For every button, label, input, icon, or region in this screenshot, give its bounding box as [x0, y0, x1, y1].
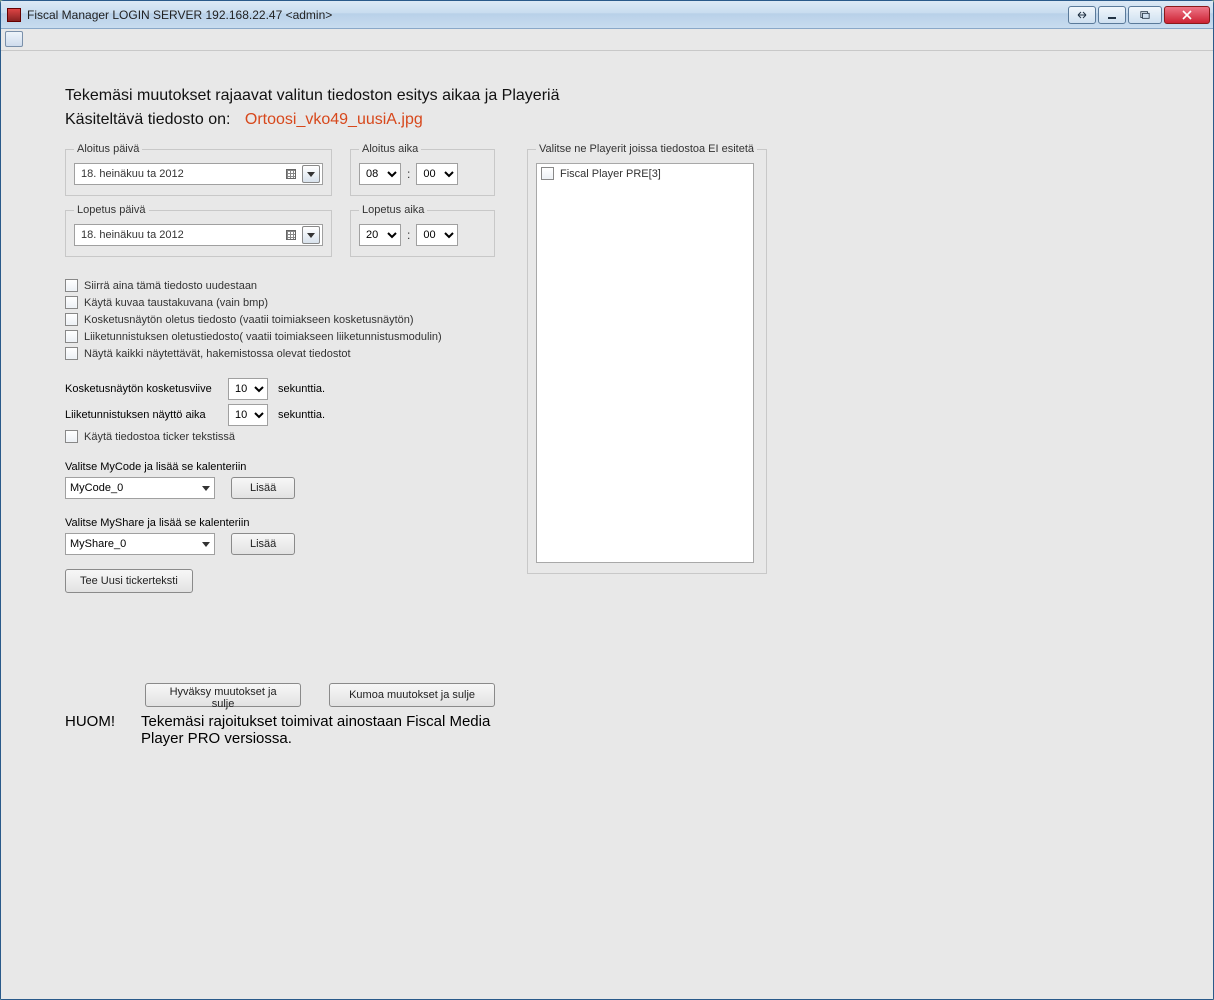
check-label: Näytä kaikki näytettävät, hakemistossa o… — [84, 348, 351, 360]
touch-delay-row: Kosketusnäytön kosketusviive 10 sekuntti… — [65, 378, 495, 400]
check-label: Kosketusnäytön oletus tiedosto (vaatii t… — [84, 314, 414, 326]
mycode-add-button[interactable]: Lisää — [231, 477, 295, 499]
touch-delay-unit: sekunttia. — [278, 383, 325, 395]
checkbox-icon — [541, 167, 554, 180]
maximize-button[interactable] — [1128, 6, 1162, 24]
mycode-value: MyCode_0 — [70, 482, 202, 494]
end-date-dropdown[interactable] — [302, 226, 320, 244]
chevron-down-icon — [202, 486, 210, 491]
checkbox-icon — [65, 330, 78, 343]
file-label: Käsiteltävä tiedosto on: — [65, 111, 230, 128]
start-hour-select[interactable]: 08 — [359, 163, 401, 185]
motion-time-label: Liiketunnistuksen näyttö aika — [65, 409, 220, 421]
check-show-all[interactable]: Näytä kaikki näytettävät, hakemistossa o… — [65, 347, 495, 360]
new-ticker-button[interactable]: Tee Uusi tickerteksti — [65, 569, 193, 593]
time-separator: : — [407, 167, 410, 181]
checkbox-icon — [65, 279, 78, 292]
check-label: Käytä tiedostoa ticker tekstissä — [84, 431, 235, 443]
calendar-icon — [284, 228, 298, 242]
motion-time-row: Liiketunnistuksen näyttö aika 10 sekuntt… — [65, 404, 495, 426]
end-date-group: Lopetus päivä 18. heinäkuu ta 2012 — [65, 204, 332, 257]
left-column: Aloitus päivä 18. heinäkuu ta 2012 Aloit… — [65, 143, 495, 747]
mdi-bar — [1, 29, 1213, 51]
end-date-value: 18. heinäkuu ta 2012 — [81, 229, 284, 241]
note-text: Tekemäsi rajoitukset toimivat ainostaan … — [141, 713, 495, 747]
checkbox-icon — [65, 313, 78, 326]
check-touch-default[interactable]: Kosketusnäytön oletus tiedosto (vaatii t… — [65, 313, 495, 326]
file-name: Ortoosi_vko49_uusiA.jpg — [245, 111, 423, 128]
players-legend: Valitse ne Playerit joissa tiedostoa EI … — [536, 143, 757, 155]
start-date-value: 18. heinäkuu ta 2012 — [81, 168, 284, 180]
note-label: HUOM! — [65, 713, 115, 747]
chevron-down-icon — [307, 233, 315, 238]
touch-delay-select[interactable]: 10 — [228, 378, 268, 400]
check-label: Liiketunnistuksen oletustiedosto( vaatii… — [84, 331, 442, 343]
start-minute-select[interactable]: 00 — [416, 163, 458, 185]
players-group: Valitse ne Playerit joissa tiedostoa EI … — [527, 143, 767, 574]
check-ticker-text[interactable]: Käytä tiedostoa ticker tekstissä — [65, 430, 495, 443]
touch-delay-label: Kosketusnäytön kosketusviive — [65, 383, 220, 395]
arrows-icon — [1077, 10, 1087, 20]
cancel-button[interactable]: Kumoa muutokset ja sulje — [329, 683, 495, 707]
app-icon — [7, 8, 21, 22]
check-background-bmp[interactable]: Käytä kuvaa taustakuvana (vain bmp) — [65, 296, 495, 309]
mycode-label: Valitse MyCode ja lisää se kalenteriin — [65, 461, 495, 473]
accept-button[interactable]: Hyväksy muutokset ja sulje — [145, 683, 301, 707]
end-minute-select[interactable]: 00 — [416, 224, 458, 246]
start-date-picker[interactable]: 18. heinäkuu ta 2012 — [74, 163, 323, 185]
start-date-group: Aloitus päivä 18. heinäkuu ta 2012 — [65, 143, 332, 196]
start-time-legend: Aloitus aika — [359, 143, 421, 155]
time-separator: : — [407, 228, 410, 242]
end-hour-select[interactable]: 20 — [359, 224, 401, 246]
player-item[interactable]: Fiscal Player PRE[3] — [541, 167, 749, 180]
end-time-legend: Lopetus aika — [359, 204, 427, 216]
check-transfer-again[interactable]: Siirrä aina tämä tiedosto uudestaan — [65, 279, 495, 292]
close-icon — [1182, 10, 1192, 20]
close-button[interactable] — [1164, 6, 1210, 24]
minimize-icon — [1107, 10, 1117, 20]
end-date-legend: Lopetus päivä — [74, 204, 149, 216]
myshare-add-button[interactable]: Lisää — [231, 533, 295, 555]
minimize-button[interactable] — [1098, 6, 1126, 24]
start-date-dropdown[interactable] — [302, 165, 320, 183]
chevron-down-icon — [202, 542, 210, 547]
window-title: Fiscal Manager LOGIN SERVER 192.168.22.4… — [27, 8, 332, 22]
motion-time-select[interactable]: 10 — [228, 404, 268, 426]
players-list[interactable]: Fiscal Player PRE[3] — [536, 163, 754, 563]
chevron-down-icon — [307, 172, 315, 177]
start-date-legend: Aloitus päivä — [74, 143, 142, 155]
heading-line2: Käsiteltävä tiedosto on: Ortoosi_vko49_u… — [65, 111, 1149, 129]
app-window: Fiscal Manager LOGIN SERVER 192.168.22.4… — [0, 0, 1214, 1000]
myshare-label: Valitse MyShare ja lisää se kalenteriin — [65, 517, 495, 529]
checkbox-icon — [65, 296, 78, 309]
end-date-picker[interactable]: 18. heinäkuu ta 2012 — [74, 224, 323, 246]
window-buttons — [1066, 6, 1210, 24]
player-item-label: Fiscal Player PRE[3] — [560, 168, 661, 180]
calendar-icon — [284, 167, 298, 181]
content-area: Tekemäsi muutokset rajaavat valitun tied… — [1, 51, 1213, 999]
checkbox-icon — [65, 430, 78, 443]
check-motion-default[interactable]: Liiketunnistuksen oletustiedosto( vaatii… — [65, 330, 495, 343]
motion-time-unit: sekunttia. — [278, 409, 325, 421]
maximize-icon — [1140, 10, 1150, 20]
help-button[interactable] — [1068, 6, 1096, 24]
myshare-select[interactable]: MyShare_0 — [65, 533, 215, 555]
start-time-group: Aloitus aika 08 : 00 — [350, 143, 495, 196]
check-label: Käytä kuvaa taustakuvana (vain bmp) — [84, 297, 268, 309]
mycode-select[interactable]: MyCode_0 — [65, 477, 215, 499]
right-column: Valitse ne Playerit joissa tiedostoa EI … — [527, 143, 767, 574]
titlebar: Fiscal Manager LOGIN SERVER 192.168.22.4… — [1, 1, 1213, 29]
end-time-group: Lopetus aika 20 : 00 — [350, 204, 495, 257]
myshare-value: MyShare_0 — [70, 538, 202, 550]
checkbox-icon — [65, 347, 78, 360]
mdi-system-icon[interactable] — [5, 31, 23, 47]
check-label: Siirrä aina tämä tiedosto uudestaan — [84, 280, 257, 292]
heading-line1: Tekemäsi muutokset rajaavat valitun tied… — [65, 87, 1149, 105]
